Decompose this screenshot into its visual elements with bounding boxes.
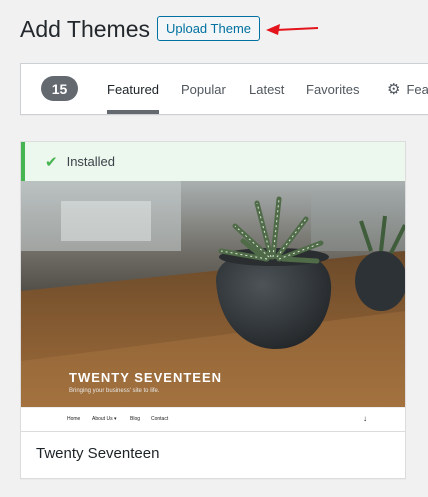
gear-icon: ⚙ bbox=[387, 81, 401, 98]
tab-featured[interactable]: Featured bbox=[107, 64, 160, 114]
installed-label: Installed bbox=[66, 154, 115, 169]
preview-site-tagline: Bringing your business' site to life. bbox=[69, 388, 160, 394]
theme-name-bar: Twenty Seventeen bbox=[21, 431, 405, 478]
preview-site-title: TWENTY SEVENTEEN bbox=[69, 370, 223, 385]
checkmark-icon: ✔ bbox=[45, 153, 58, 171]
theme-card[interactable]: ✔ Installed TWENTY SEVENTEEN Bringing yo… bbox=[20, 141, 406, 479]
feature-filter-label: Fea bbox=[406, 81, 428, 97]
theme-filter-bar: 15 Featured Popular Latest Favorites ⚙ F… bbox=[20, 63, 428, 115]
installed-notice: ✔ Installed bbox=[21, 142, 405, 181]
red-arrow-annotation bbox=[266, 24, 319, 35]
tab-latest[interactable]: Latest bbox=[249, 64, 284, 114]
tab-popular[interactable]: Popular bbox=[181, 64, 226, 114]
theme-screenshot[interactable]: TWENTY SEVENTEEN Bringing your business'… bbox=[21, 181, 405, 431]
scroll-down-icon: ↓ bbox=[363, 414, 367, 423]
theme-count-badge: 15 bbox=[41, 76, 78, 101]
theme-name: Twenty Seventeen bbox=[36, 445, 160, 462]
page-title: Add Themes bbox=[20, 16, 150, 42]
tab-favorites[interactable]: Favorites bbox=[306, 64, 359, 114]
tab-feature-filter[interactable]: ⚙ Fea bbox=[387, 64, 428, 114]
preview-nav-item: Blog bbox=[130, 416, 141, 422]
preview-nav-bar: Home About Us ▾ Blog Contact ↓ bbox=[21, 407, 405, 431]
preview-nav-item: Contact bbox=[151, 416, 169, 422]
upload-theme-button[interactable]: Upload Theme bbox=[157, 16, 260, 41]
preview-nav-item: Home bbox=[67, 416, 81, 422]
preview-nav-item: About Us ▾ bbox=[92, 416, 117, 422]
